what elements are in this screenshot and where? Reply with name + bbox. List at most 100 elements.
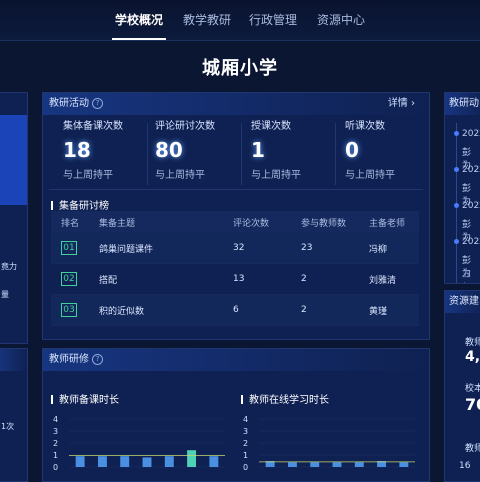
stat-note: 与上周持平 bbox=[63, 170, 113, 181]
stat-note: 与上周持平 bbox=[345, 170, 395, 181]
tab-resource-center[interactable]: 资源中心 bbox=[314, 0, 368, 38]
timeline-date: 2022 bbox=[462, 201, 480, 211]
teachers-cell: 2 bbox=[300, 294, 368, 326]
help-icon[interactable]: ? bbox=[92, 97, 103, 109]
stat-note: 与上周持平 bbox=[155, 170, 205, 181]
right-research-header: 教研动 bbox=[445, 93, 480, 115]
divider bbox=[49, 189, 423, 190]
y-tick-label: 2 bbox=[53, 439, 58, 448]
resource-label: 教师 bbox=[465, 338, 480, 348]
bar bbox=[399, 462, 409, 467]
stat-value: 80 bbox=[155, 138, 183, 162]
col-lead: 主备老师 bbox=[368, 211, 419, 233]
chart1-title: 教师备课时长 bbox=[51, 391, 119, 406]
col-rank: 排名 bbox=[51, 211, 98, 233]
topic-cell: 鸽巢问题课件 bbox=[98, 233, 232, 264]
bar bbox=[332, 462, 342, 467]
training-panel: 教师研修? 教师备课时长 教师在线学习时长 4 3 2 1 0 4 3 2 1 0 bbox=[42, 348, 430, 482]
bar bbox=[120, 456, 130, 467]
bar bbox=[209, 456, 219, 467]
rank-badge: 01 bbox=[61, 241, 77, 255]
teachers-cell: 2 bbox=[300, 263, 368, 295]
chevron-right-icon: › bbox=[411, 98, 415, 109]
bar bbox=[354, 462, 364, 467]
bar bbox=[142, 457, 152, 467]
left-panel-highlight bbox=[0, 115, 27, 205]
y-tick-label: 1 bbox=[243, 451, 248, 460]
resource-label: 校本 bbox=[465, 384, 480, 394]
right-resource-header: 资源建 bbox=[445, 291, 480, 313]
topic-cell: 搭配 bbox=[98, 263, 232, 295]
stat-label: 评论研讨次数 bbox=[155, 121, 215, 132]
timeline-date: 2022 bbox=[462, 165, 480, 175]
rank-table: 排名 集备主题 评论次数 参与教师数 主备老师 01 鸽巢问题课件 32 23 … bbox=[51, 211, 419, 326]
bar bbox=[164, 456, 174, 467]
divider bbox=[241, 123, 242, 185]
table-row[interactable]: 02 搭配 13 2 刘雅清 bbox=[51, 263, 419, 295]
lead-cell: 黄瑾 bbox=[368, 294, 419, 326]
rank-cell: 01 bbox=[51, 233, 98, 264]
col-comments: 评论次数 bbox=[232, 211, 300, 233]
tab-school-overview[interactable]: 学校概况 bbox=[112, 0, 166, 40]
stat-label: 授课次数 bbox=[251, 121, 291, 132]
resource-bottom-label: 教师 bbox=[465, 444, 480, 454]
right-resource-panel: 资源建 教师 4,7 校本 70 教师 16 bbox=[444, 290, 480, 482]
teachers-cell: 23 bbox=[300, 233, 368, 264]
bar bbox=[75, 456, 85, 467]
resource-bottom-value: 16 bbox=[459, 461, 471, 471]
tab-teaching-research[interactable]: 教学教研 bbox=[180, 0, 234, 38]
divider bbox=[147, 123, 148, 185]
rank-badge: 03 bbox=[61, 303, 77, 317]
chart2-title: 教师在线学习时长 bbox=[241, 391, 329, 406]
left-panel-lower: 1次 bbox=[0, 348, 28, 482]
timeline-dot bbox=[454, 239, 459, 244]
timeline-date: 2022 bbox=[462, 237, 480, 247]
bar bbox=[187, 450, 197, 467]
table-header-row: 排名 集备主题 评论次数 参与教师数 主备老师 bbox=[51, 211, 419, 233]
timeline-dot bbox=[454, 131, 459, 136]
divider bbox=[335, 123, 336, 185]
stat-discussion: 评论研讨次数 80 与上周持平 bbox=[155, 117, 245, 181]
page-title: 城厢小学 bbox=[202, 58, 278, 79]
bar bbox=[287, 462, 297, 467]
right-research-panel: 教研动 2022 彭为 2022 彭为 2022 彭为 2022 彭为 五年 bbox=[444, 92, 480, 284]
help-icon[interactable]: ? bbox=[92, 353, 103, 365]
table-row[interactable]: 01 鸽巢问题课件 32 23 冯柳 bbox=[51, 233, 419, 264]
left-lower-header bbox=[0, 349, 27, 371]
stat-observations: 听课次数 0 与上周持平 bbox=[345, 117, 429, 181]
resource-value: 70 bbox=[465, 395, 480, 414]
resource-value: 4,7 bbox=[465, 349, 480, 365]
y-tick-label: 3 bbox=[53, 427, 58, 436]
left-panel: 竟力 量 bbox=[0, 92, 28, 344]
y-tick-label: 1 bbox=[53, 451, 58, 460]
study-time-chart: 4 3 2 1 0 bbox=[243, 415, 415, 472]
timeline-dot bbox=[454, 167, 459, 172]
details-link[interactable]: 详情 › bbox=[388, 93, 415, 115]
research-title: 教研活动 bbox=[49, 98, 89, 109]
bar bbox=[310, 462, 320, 467]
research-header: 教研活动? 详情 › bbox=[43, 93, 429, 115]
tab-administration[interactable]: 行政管理 bbox=[246, 0, 300, 38]
y-tick-label: 4 bbox=[53, 415, 58, 424]
y-tick-label: 4 bbox=[243, 415, 248, 424]
timeline-tail: 五年 bbox=[462, 270, 472, 280]
left-fragment-1: 竟力 bbox=[1, 262, 17, 271]
details-label: 详情 bbox=[387, 98, 408, 109]
y-tick-label: 2 bbox=[243, 439, 248, 448]
col-teachers: 参与教师数 bbox=[300, 211, 368, 233]
left-fragment-2: 量 bbox=[1, 290, 9, 299]
bar bbox=[97, 456, 107, 467]
stat-lessons: 授课次数 1 与上周持平 bbox=[251, 117, 341, 181]
rank-cell: 03 bbox=[51, 294, 98, 326]
left-fragment-3: 1次 bbox=[1, 422, 15, 431]
table-row[interactable]: 03 积的近似数 6 2 黄瑾 bbox=[51, 294, 419, 326]
stat-label: 集体备课次数 bbox=[63, 121, 123, 132]
rank-title: 集备研讨榜 bbox=[51, 197, 109, 212]
comments-cell: 13 bbox=[232, 263, 300, 295]
stat-value: 18 bbox=[63, 138, 91, 162]
stat-value: 0 bbox=[345, 138, 359, 162]
right-research-title: 教研动 bbox=[449, 98, 479, 109]
prep-time-chart: 4 3 2 1 0 bbox=[53, 415, 225, 472]
rank-cell: 02 bbox=[51, 263, 98, 295]
stat-collective-prep: 集体备课次数 18 与上周持平 bbox=[63, 117, 153, 181]
